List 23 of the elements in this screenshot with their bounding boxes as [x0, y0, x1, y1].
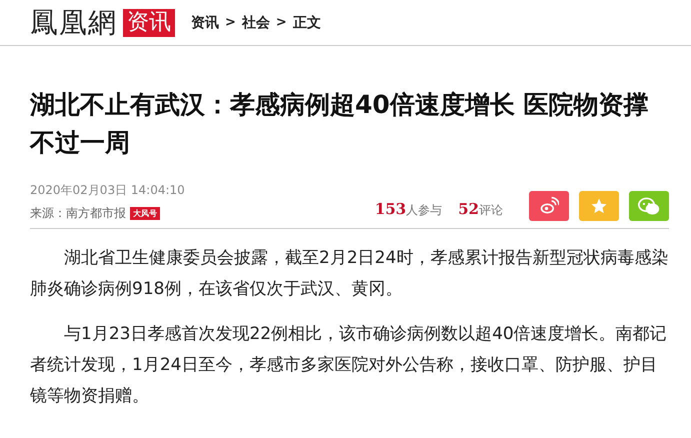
publish-date: 2020年02月03日 14:04:10 [30, 182, 186, 199]
stat-count: 52 [458, 200, 479, 218]
star-icon [590, 197, 608, 215]
stat-label: 评论 [479, 203, 503, 217]
article-title: 湖北不止有武汉：孝感病例超40倍速度增长 医院物资撑不过一周 [30, 89, 650, 159]
stat-label: 人参与 [406, 203, 442, 217]
favorite-button[interactable] [579, 191, 619, 221]
article-source: 来源：南方都市报 [30, 205, 126, 222]
breadcrumb-separator: > [276, 15, 287, 30]
weibo-icon [539, 196, 559, 216]
site-logo[interactable]: 鳳凰網 [30, 4, 117, 42]
article-paragraph: 湖北省卫生健康委员会披露，截至2月2日24时，孝感累计报告新型冠状病毒感染肺炎确诊病例918例，在该省仅次于武汉、黄冈。 [30, 247, 669, 301]
stat-count: 153 [374, 200, 406, 218]
source-tag: 大风号 [130, 207, 160, 220]
breadcrumb-link[interactable]: 正文 [292, 14, 321, 32]
breadcrumb-link[interactable]: 社会 [242, 14, 270, 32]
wechat-share-button[interactable] [629, 191, 669, 221]
breadcrumb-separator: > [225, 15, 236, 30]
article-paragraph: 与1月23日孝感首次发现22例相比，该市确诊病例数以超40倍速度增长。南都记者统计发现，1月24日至今，孝感市多家医院对外公告称，接收口罩、防护服、护目镜等物资捐赠。 [30, 323, 668, 408]
breadcrumb-link[interactable]: 资讯 [191, 14, 219, 32]
channel-badge[interactable]: 资讯 [123, 8, 175, 36]
weibo-share-button[interactable] [529, 191, 569, 221]
wechat-icon [638, 196, 660, 216]
